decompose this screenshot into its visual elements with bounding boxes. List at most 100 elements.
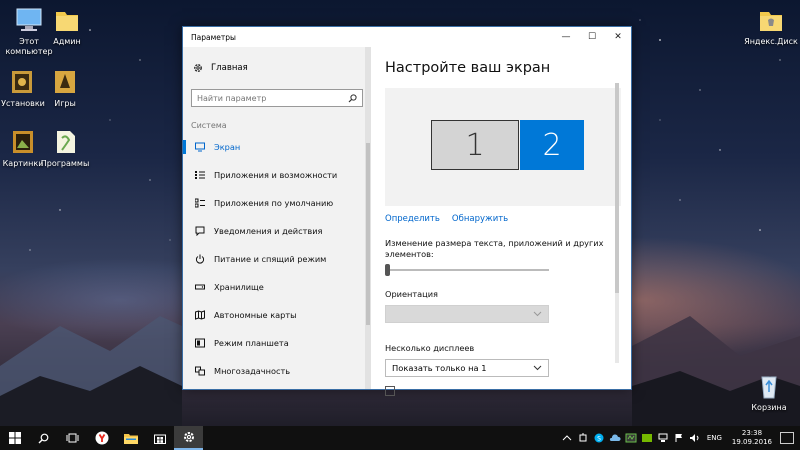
- content-scrollbar[interactable]: [615, 83, 619, 363]
- monitor-arrangement: 1 2: [385, 88, 621, 206]
- action-center-icon[interactable]: [780, 432, 794, 444]
- monitor-2[interactable]: 2: [520, 120, 584, 170]
- clock-date: 19.09.2016: [731, 438, 772, 446]
- scale-slider[interactable]: [385, 264, 549, 276]
- network-icon[interactable]: [657, 433, 669, 443]
- settings-button[interactable]: [174, 426, 203, 450]
- settings-search[interactable]: [191, 89, 363, 107]
- chevron-down-icon: [533, 311, 542, 317]
- desktop-icon-label: Программы: [40, 159, 90, 168]
- identify-link[interactable]: Определить: [385, 214, 440, 224]
- display-icon: [195, 142, 205, 152]
- sidebar-item-label: Экран: [214, 142, 241, 152]
- gear-icon: [194, 64, 202, 72]
- sidebar-item-label: Приложения и возможности: [214, 170, 338, 180]
- search-button[interactable]: [29, 426, 58, 450]
- desktop-icon-recycle-bin[interactable]: Корзина: [740, 372, 798, 413]
- chevron-down-icon: [533, 365, 542, 371]
- yandex-icon: [95, 431, 108, 445]
- maximize-button[interactable]: ☐: [579, 27, 605, 47]
- window-title: Параметры: [191, 32, 236, 42]
- clock[interactable]: 23:38 19.09.2016: [726, 429, 778, 447]
- sidebar-item-label: Автономные карты: [214, 310, 297, 320]
- clock-time: 23:38: [741, 429, 763, 437]
- windows-logo-icon: [8, 432, 21, 444]
- desktop-icon-label: Игры: [54, 99, 76, 108]
- desktop-icon-yandex-disk[interactable]: Яндекс.Диск: [742, 6, 800, 47]
- sidebar-item-label: Приложения по умолчанию: [214, 198, 334, 208]
- orientation-label: Ориентация: [385, 289, 438, 299]
- monitor-1-number: 1: [465, 127, 485, 163]
- programs-folder-icon: [57, 131, 75, 153]
- monitor-2-number: 2: [542, 127, 562, 163]
- tablet-mode-icon: [195, 338, 205, 348]
- desktop-icon-games[interactable]: Игры: [36, 68, 94, 109]
- multitasking-icon: [195, 366, 205, 376]
- search-icon: [38, 433, 49, 443]
- sidebar-item-label: Режим планшета: [214, 338, 289, 348]
- store-button[interactable]: [145, 426, 174, 450]
- task-view-icon: [66, 433, 79, 443]
- sidebar-item[interactable]: Приложения по умолчанию: [183, 189, 371, 217]
- multi-display-dropdown[interactable]: Показать только на 1: [385, 359, 549, 377]
- sidebar-item[interactable]: Режим планшета: [183, 329, 371, 357]
- page-title: Настройте ваш экран: [385, 60, 551, 76]
- make-main-display-checkbox[interactable]: [385, 386, 395, 396]
- scale-slider-handle[interactable]: [385, 264, 390, 276]
- start-button[interactable]: [0, 426, 29, 450]
- content-scroll-thumb[interactable]: [615, 83, 619, 293]
- tray-up-arrow-icon[interactable]: [561, 433, 573, 443]
- sidebar-item-label: Уведомления и действия: [214, 226, 323, 236]
- detect-link[interactable]: Обнаружить: [452, 214, 508, 224]
- monitor-1[interactable]: 1: [431, 120, 519, 170]
- yandex-disk-folder-icon: [760, 12, 782, 31]
- sidebar-item[interactable]: Экран: [183, 133, 371, 161]
- installs-folder-icon: [12, 71, 32, 93]
- search-input[interactable]: [197, 93, 348, 103]
- orientation-dropdown[interactable]: [385, 305, 549, 323]
- search-icon[interactable]: [348, 93, 357, 103]
- sidebar-item-label: Хранилище: [214, 282, 264, 292]
- nvidia-icon[interactable]: [641, 433, 653, 443]
- apps-list-icon: [195, 170, 205, 180]
- default-apps-icon: [195, 198, 205, 208]
- user-folder-icon: [56, 12, 78, 31]
- sidebar-item-label: Многозадачность: [214, 366, 291, 376]
- sidebar-item[interactable]: Автономные карты: [183, 301, 371, 329]
- pictures-folder-icon: [13, 131, 33, 153]
- scale-slider-track: [385, 269, 549, 271]
- minimize-button[interactable]: —: [553, 27, 579, 47]
- task-view-button[interactable]: [58, 426, 87, 450]
- desktop-icon-admin[interactable]: Админ: [38, 6, 96, 47]
- file-explorer-button[interactable]: [116, 426, 145, 450]
- app-tray-icon[interactable]: [625, 433, 637, 443]
- nav-home-label: Главная: [211, 63, 248, 73]
- flag-icon[interactable]: [673, 433, 685, 443]
- sidebar-item[interactable]: Уведомления и действия: [183, 217, 371, 245]
- volume-icon[interactable]: [689, 433, 701, 443]
- scale-label: Изменение размера текста, приложений и д…: [385, 238, 604, 259]
- multi-display-value: Показать только на 1: [392, 363, 487, 373]
- sidebar-item[interactable]: Многозадачность: [183, 357, 371, 385]
- games-folder-icon: [55, 71, 75, 93]
- window-titlebar[interactable]: Параметры — ☐ ✕: [183, 27, 631, 47]
- sidebar-scrollbar[interactable]: [365, 47, 371, 389]
- sidebar-item[interactable]: Хранилище: [183, 273, 371, 301]
- folder-icon: [123, 433, 138, 444]
- desktop-icon-label: Корзина: [751, 403, 787, 412]
- sidebar-scroll-thumb[interactable]: [366, 143, 370, 325]
- skype-icon[interactable]: S: [593, 433, 605, 443]
- sidebar-item[interactable]: Питание и спящий режим: [183, 245, 371, 273]
- desktop-icon-programs[interactable]: Программы: [36, 128, 94, 169]
- close-button[interactable]: ✕: [605, 27, 631, 47]
- input-language[interactable]: ENG: [703, 434, 726, 442]
- nav-home[interactable]: Главная: [183, 59, 371, 77]
- usb-icon[interactable]: [577, 433, 589, 443]
- offline-maps-icon: [195, 310, 205, 320]
- sidebar-item[interactable]: Приложения и возможности: [183, 161, 371, 189]
- cloud-icon[interactable]: [609, 433, 621, 443]
- yandex-browser-button[interactable]: [87, 426, 116, 450]
- sidebar-item-label: Питание и спящий режим: [214, 254, 327, 264]
- desktop-icon-label: Яндекс.Диск: [744, 37, 798, 46]
- settings-window: Параметры — ☐ ✕ Главная Система Экран При…: [182, 26, 632, 396]
